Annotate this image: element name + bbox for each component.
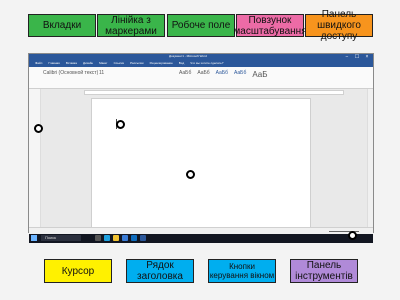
label-zoom: Повзунок масштабування — [233, 14, 307, 37]
store-icon[interactable] — [122, 235, 128, 241]
style-heading1[interactable]: АаБб — [216, 70, 228, 79]
marker-cursor — [116, 120, 125, 129]
style-heading2[interactable]: АаБб — [234, 70, 246, 79]
label-titlebar: Рядок заголовка — [126, 259, 194, 283]
status-bar — [29, 227, 373, 234]
label-ruler: Лінійка з маркерами — [97, 14, 165, 37]
style-title[interactable]: АаБ — [252, 70, 267, 79]
explorer-icon[interactable] — [113, 235, 119, 241]
edge-icon[interactable] — [104, 235, 110, 241]
marker-workspace — [186, 170, 195, 179]
label-tabs: Вкладки — [28, 14, 96, 37]
label-qat: Панель швидкого доступу — [305, 9, 373, 42]
mail-icon[interactable] — [131, 235, 137, 241]
marker-left-margin — [34, 124, 43, 133]
taskbar-search-box[interactable]: Поиск — [41, 235, 81, 241]
taskbar-apps — [95, 235, 146, 241]
windows-start-icon[interactable] — [31, 235, 37, 241]
label-toolbar: Панель інструментів — [290, 259, 358, 283]
font-size-select[interactable]: 11 — [99, 70, 104, 76]
word-window: Документ1 - Microsoft Word − ☐ × Файл Гл… — [28, 53, 374, 243]
window-title: Документ1 - Microsoft Word — [169, 54, 207, 58]
font-name-select[interactable]: Calibri (Основной текст) — [43, 70, 98, 76]
tab-references[interactable]: Ссылки — [114, 61, 125, 65]
tab-file[interactable]: Файл — [35, 61, 42, 65]
ribbon-tabs: Файл Главная Вставка Дизайн Макет Ссылки… — [29, 60, 373, 67]
tell-me-box[interactable]: Что вы хотите сделать? — [190, 61, 223, 65]
tab-mailings[interactable]: Рассылки — [130, 61, 143, 65]
tab-insert[interactable]: Вставка — [66, 61, 77, 65]
ribbon-toolbar: Calibri (Основной текст) 11 АаБб АаБб Аа… — [29, 67, 373, 89]
word-icon[interactable] — [140, 235, 146, 241]
style-no-spacing[interactable]: АаБб — [197, 70, 209, 79]
marker-taskbar — [348, 231, 357, 240]
windows-taskbar: Поиск — [29, 234, 373, 243]
vertical-scrollbar[interactable] — [367, 89, 373, 227]
label-window-buttons: Кнопки керування вікном — [208, 259, 276, 283]
label-cursor: Курсор — [44, 259, 112, 283]
left-margin-area — [29, 89, 41, 227]
taskview-icon[interactable] — [95, 235, 101, 241]
tab-review[interactable]: Рецензирование — [150, 61, 173, 65]
style-gallery[interactable]: АаБб АаБб АаБб АаБб АаБ — [179, 70, 267, 79]
label-workspace: Робоче поле — [167, 14, 235, 37]
document-page[interactable] — [91, 98, 311, 230]
tab-layout[interactable]: Макет — [99, 61, 108, 65]
tab-view[interactable]: Вид — [179, 61, 184, 65]
style-normal[interactable]: АаБб — [179, 70, 191, 79]
horizontal-ruler[interactable] — [84, 90, 344, 95]
tab-design[interactable]: Дизайн — [83, 61, 93, 65]
tab-home[interactable]: Главная — [48, 61, 59, 65]
